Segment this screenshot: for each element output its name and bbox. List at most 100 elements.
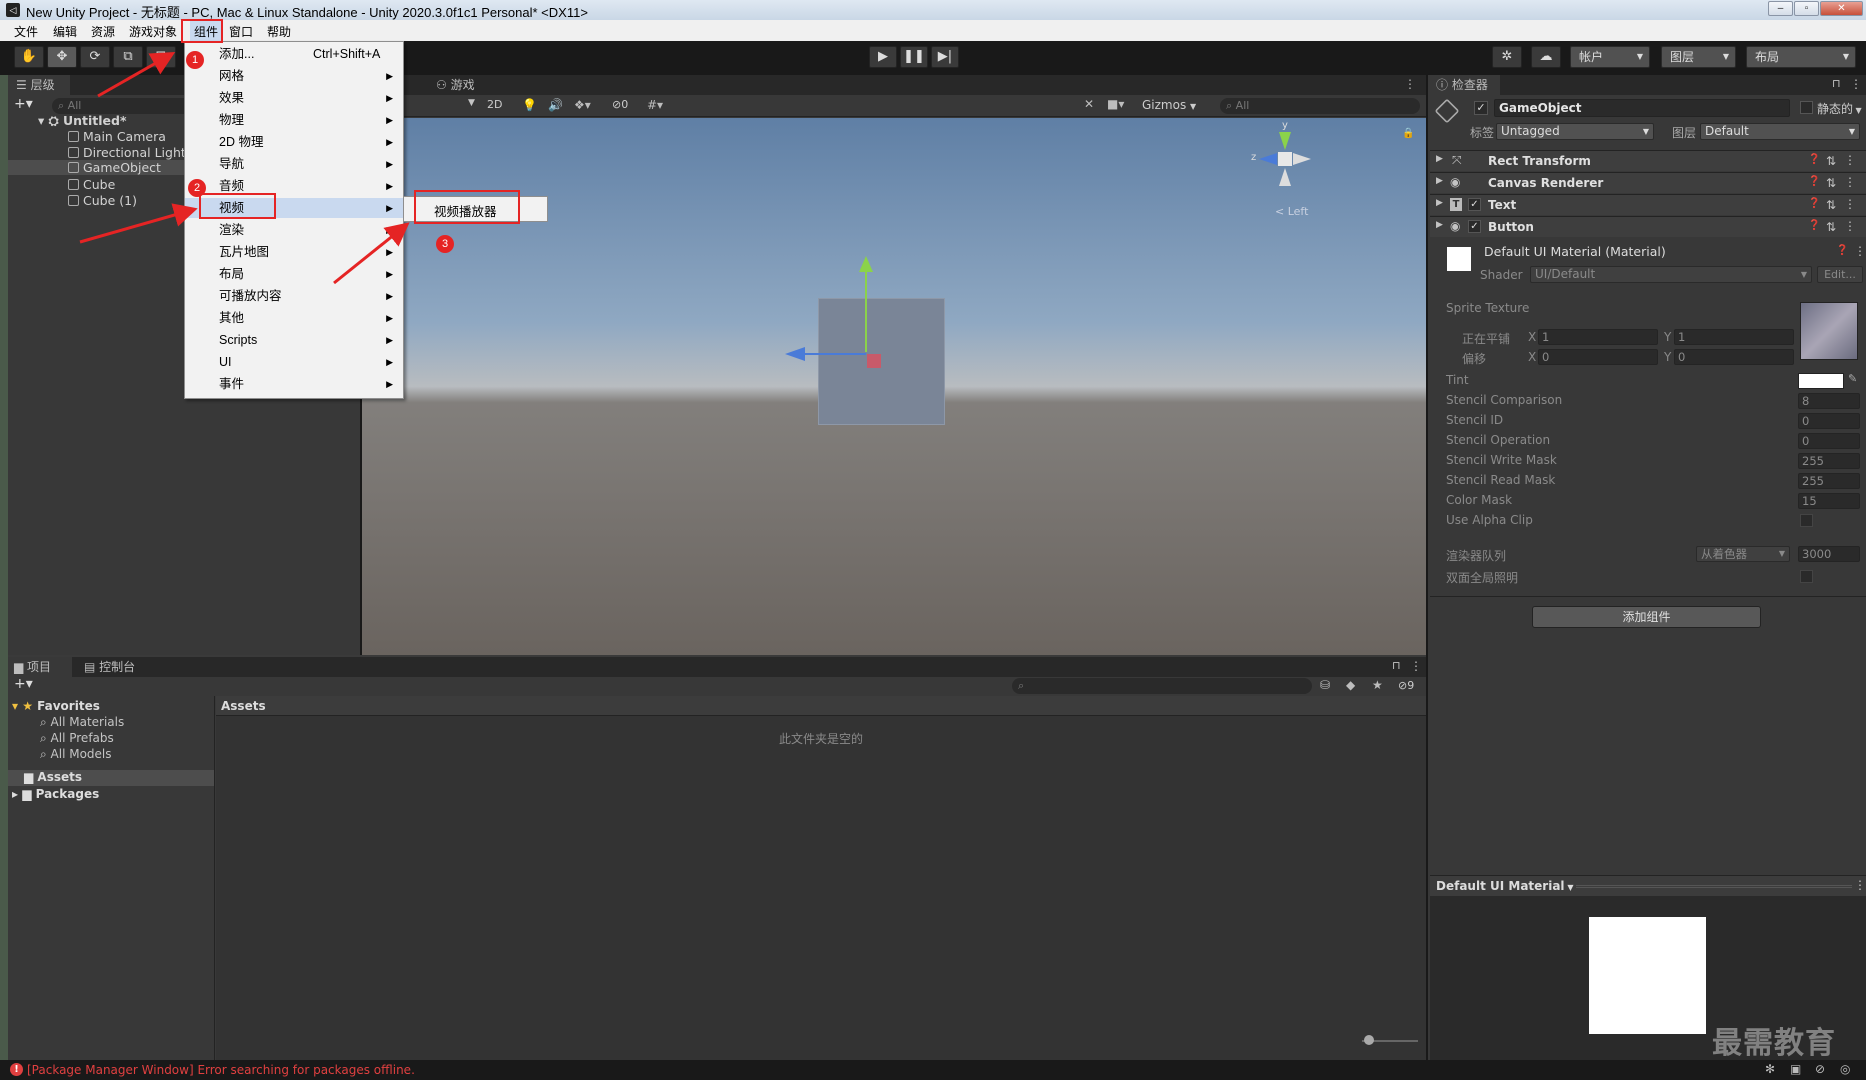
project-add-button[interactable]: +▾ [14,676,33,692]
help-icon[interactable]: ❓ [1808,198,1820,209]
sprite-texture-thumbnail[interactable] [1800,302,1858,360]
more-options-icon[interactable]: ⋮ [1854,244,1866,258]
help-icon[interactable]: ❓ [1808,154,1820,165]
gameobject-name-field[interactable]: GameObject [1494,99,1790,117]
help-icon[interactable]: ❓ [1836,245,1848,256]
asset-zoom-slider-thumb[interactable] [1364,1035,1374,1045]
stencil-id-field[interactable]: 0 [1798,413,1860,429]
filter-label-icon[interactable]: ◆ [1346,678,1355,692]
component-name: Rect Transform [1488,154,1591,168]
double-sided-gi-checkbox[interactable] [1800,570,1813,583]
tiling-y-axis-label: Y [1664,330,1672,344]
gameobject-active-checkbox[interactable]: ✓ [1474,101,1488,115]
stencil-read-mask-field[interactable]: 255 [1798,473,1860,489]
static-label[interactable]: 静态的 ▼ [1817,100,1862,117]
offset-x-field[interactable]: 0 [1538,349,1658,365]
filter-type-icon[interactable]: ⛁ [1320,678,1330,692]
foldout-arrow-icon[interactable]: ▶ [1436,198,1443,208]
status-progress-icon[interactable]: ▣ [1790,1062,1801,1076]
more-options-icon[interactable]: ⋮ [1850,77,1862,91]
component-header-button[interactable]: ▶ ◉ ✓ Button ❓ ⇅ ⋮ [1430,216,1866,237]
favorites-item-label: All Models [50,747,112,761]
favorites-item-prefabs[interactable]: ⌕ All Prefabs [40,731,114,746]
error-icon[interactable]: ! [10,1063,23,1076]
inspector-tab-row: ⓘ 检查器 ⊓ ⋮ [1428,75,1866,95]
component-header-rect-transform[interactable]: ▶ ⤧ Rect Transform ❓ ⇅ ⋮ [1430,150,1866,171]
shader-dropdown[interactable]: UI/Default ▼ [1530,266,1812,283]
favorites-header[interactable]: ▾ ★ Favorites [12,699,100,713]
component-header-canvas-renderer[interactable]: ▶ ◉ Canvas Renderer ❓ ⇅ ⋮ [1430,172,1866,193]
help-icon[interactable]: ❓ [1808,176,1820,187]
preset-icon[interactable]: ⇅ [1826,198,1836,212]
hidden-packages-toggle[interactable]: ⊘9 [1398,679,1414,692]
search-icon: ⌕ [1018,679,1025,692]
render-queue-mode: 从着色器 [1701,547,1747,561]
asset-breadcrumb-bar: Assets [216,696,1426,716]
more-options-icon[interactable]: ⋮ [1844,197,1856,211]
assets-folder[interactable]: ▆ Assets [8,770,214,786]
render-queue-field[interactable]: 3000 [1798,546,1860,562]
stencil-write-mask-field[interactable]: 255 [1798,453,1860,469]
stencil-comparison-field[interactable]: 8 [1798,393,1860,409]
preview-title[interactable]: Default UI Material ▼ [1436,879,1573,893]
render-queue-dropdown[interactable]: 从着色器 ▼ [1696,546,1790,562]
more-options-icon[interactable]: ⋮ [1844,175,1856,189]
component-enabled-checkbox[interactable]: ✓ [1468,220,1481,233]
preset-icon[interactable]: ⇅ [1826,154,1836,168]
color-mask-field[interactable]: 15 [1798,493,1860,509]
status-cache-icon[interactable]: ⊘ [1815,1062,1825,1076]
component-enabled-checkbox[interactable]: ✓ [1468,198,1481,211]
tab-project[interactable]: ▆ 项目 [8,657,72,677]
status-error-message[interactable]: [Package Manager Window] Error searching… [27,1063,415,1077]
preset-icon[interactable]: ⇅ [1826,176,1836,190]
help-icon[interactable]: ❓ [1808,220,1820,231]
tag-dropdown[interactable]: Untagged ▼ [1496,123,1654,140]
asset-breadcrumb[interactable]: Assets [221,699,266,713]
favorites-item-models[interactable]: ⌕ All Models [40,747,112,762]
offset-y-field[interactable]: 0 [1674,349,1794,365]
lock-icon[interactable]: ⊓ [1392,659,1401,672]
foldout-arrow-icon[interactable]: ▶ [1436,154,1443,164]
favorites-item-label: All Materials [50,715,125,729]
tiling-y-field[interactable]: 1 [1674,329,1794,345]
foldout-arrow-icon[interactable]: ▶ [1436,176,1443,186]
tag-label: 标签 [1470,126,1495,140]
console-icon: ▤ [84,660,100,674]
component-header-text[interactable]: ▶ T ✓ Text ❓ ⇅ ⋮ [1430,194,1866,215]
static-checkbox[interactable] [1800,101,1813,114]
favorites-item-materials[interactable]: ⌕ All Materials [40,715,124,730]
preview-drag-handle[interactable] [1576,885,1852,888]
shader-edit-button[interactable]: Edit... [1817,266,1863,283]
favorites-item-label: All Prefabs [50,731,114,745]
status-bug-icon[interactable]: ✻ [1765,1062,1775,1076]
layer-dropdown[interactable]: Default ▼ [1700,123,1860,140]
tiling-x-field[interactable]: 1 [1538,329,1658,345]
search-icon: ⌕ [40,731,51,745]
lock-icon[interactable]: ⊓ [1832,77,1841,90]
folder-icon: ▆ [24,770,38,784]
add-component-button[interactable]: 添加组件 [1532,606,1761,628]
material-preview-image [1589,917,1706,1034]
double-sided-gi-label: 双面全局照明 [1446,571,1519,585]
asset-browser[interactable]: Assets 此文件夹是空的 [216,696,1426,1060]
more-options-icon[interactable]: ⋮ [1410,659,1422,673]
project-tab-row: ▆ 项目 ▤ 控制台 ⊓ ⋮ [8,657,1426,677]
console-tab-label: 控制台 [99,660,136,674]
tab-inspector[interactable]: ⓘ 检查器 [1428,75,1500,95]
tab-console[interactable]: ▤ 控制台 [80,657,135,677]
packages-folder[interactable]: ▸ ▆ Packages [12,787,99,801]
tint-color-field[interactable] [1798,373,1844,389]
favorite-star-icon[interactable]: ★ [1372,678,1383,692]
more-options-icon[interactable]: ⋮ [1844,153,1856,167]
eyedropper-icon[interactable]: ✎ [1848,372,1857,385]
status-collab-icon[interactable]: ◎ [1840,1062,1850,1076]
component-name: Button [1488,220,1534,234]
more-options-icon[interactable]: ⋮ [1854,878,1866,892]
annotation-arrow-1 [97,52,176,98]
project-search[interactable]: ⌕ [1012,678,1312,694]
foldout-arrow-icon[interactable]: ▶ [1436,220,1443,230]
stencil-operation-field[interactable]: 0 [1798,433,1860,449]
preset-icon[interactable]: ⇅ [1826,220,1836,234]
use-alpha-clip-checkbox[interactable] [1800,514,1813,527]
more-options-icon[interactable]: ⋮ [1844,219,1856,233]
